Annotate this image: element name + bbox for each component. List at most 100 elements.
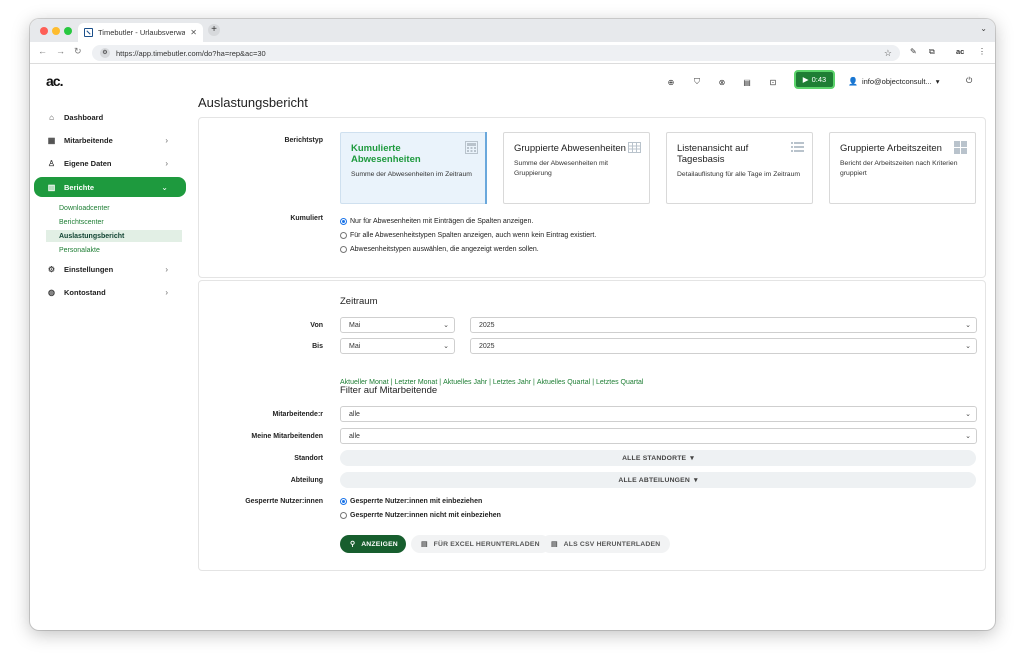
sidebar-subitem-auslastungsbericht[interactable]: Auslastungsbericht (46, 230, 182, 242)
sidebar-subitem-berichtscenter[interactable]: Berichtscenter (46, 216, 182, 228)
report-type-kumulierte[interactable]: Kumulierte Abwesenheiten Summe der Abwes… (340, 132, 487, 204)
close-tab-icon[interactable]: ✕ (190, 28, 197, 37)
report-type-title: Gruppierte Abwesenheiten (514, 143, 626, 154)
site-settings-icon[interactable]: ⚙ (100, 48, 110, 58)
report-type-desc: Bericht der Arbeitszeiten nach Kriterien… (840, 160, 958, 177)
bis-month-select[interactable]: Mai ⌄ (340, 338, 455, 354)
report-type-gruppierte[interactable]: Gruppierte Abwesenheiten Summe der Abwes… (503, 132, 650, 204)
extensions-icon[interactable]: ⧉ (929, 47, 935, 57)
report-type-desc: Summe der Abwesenheiten im Zeitraum (351, 171, 472, 178)
logout-icon[interactable]: ⏻ (966, 76, 972, 86)
sidebar-subitem-personalakte[interactable]: Personalakte (46, 244, 182, 256)
eyedropper-icon[interactable]: ✎ (910, 47, 917, 56)
chevron-right-icon: › (165, 158, 168, 168)
sidebar-item-label: Eigene Daten (64, 158, 112, 168)
kumuliert-option-2[interactable]: Für alle Abwesenheitstypen Spalten anzei… (340, 232, 596, 239)
quicklink-aktuelles-quartal[interactable]: Aktuelles Quartal (537, 379, 590, 386)
show-report-button[interactable]: ⚲ ANZEIGEN (340, 535, 406, 553)
button-label: FÜR EXCEL HERUNTERLADEN (433, 540, 540, 548)
inbox-icon[interactable]: ⊡ (768, 77, 778, 87)
quicklink-letztes-jahr[interactable]: Letztes Jahr (493, 379, 531, 386)
filter-card: Zeitraum Von Mai ⌄ 2025 ⌄ Bis Mai ⌄ 2025… (198, 280, 986, 571)
app-logo[interactable]: ac. (46, 73, 63, 89)
dropdown-value: ALLE STANDORTE (622, 454, 687, 462)
quicklink-letztes-quartal[interactable]: Letztes Quartal (596, 379, 643, 386)
gesperrte-option-2[interactable]: Gesperrte Nutzer:innen nicht mit einbezi… (340, 512, 501, 519)
mitarbeitende-select[interactable]: alle ⌄ (340, 406, 977, 422)
sidebar-item-einstellungen[interactable]: ⚙ Einstellungen › (34, 259, 186, 279)
radio-button[interactable] (340, 498, 347, 505)
time-tracking-button[interactable]: ▶ 0:43 (794, 70, 835, 89)
radio-button[interactable] (340, 246, 347, 253)
sidebar-item-mitarbeitende[interactable]: ▦ Mitarbeitende › (34, 130, 186, 150)
excel-download-button[interactable]: ▤ FÜR EXCEL HERUNTERLADEN (411, 535, 550, 553)
filter-title: Filter auf Mitarbeitende (340, 385, 438, 396)
user-menu[interactable]: 👤 info@objectconsult... ▾ (848, 77, 939, 86)
gesperrte-option-1[interactable]: Gesperrte Nutzer:innen mit einbeziehen (340, 498, 482, 505)
von-label: Von (310, 322, 323, 329)
bookmark-star-icon[interactable]: ☆ (884, 48, 892, 59)
pin-icon[interactable]: ⛉ (692, 77, 702, 87)
sidebar-item-label: Einstellungen (64, 264, 114, 274)
chevron-right-icon: › (165, 287, 168, 297)
calendar-icon[interactable]: ▤ (742, 77, 752, 87)
app-header: ac. ⊕ ⛉ ⊗ ▤ ⊡ ▶ 0:43 👤 info@objectconsul… (30, 65, 995, 97)
timer-value: 0:43 (811, 75, 827, 84)
bis-year-select[interactable]: 2025 ⌄ (470, 338, 977, 354)
browser-menu-icon[interactable]: ⋮ (978, 47, 986, 56)
report-type-desc: Summe der Abwesenheiten mit Gruppierung (514, 160, 609, 177)
option-label: Abwesenheitstypen auswählen, die angezei… (350, 246, 539, 253)
sidebar-item-kontostand[interactable]: ◍ Kontostand › (34, 282, 186, 302)
list-icon (791, 142, 804, 152)
browser-tab[interactable]: Timebutler - Urlaubsverwaltu ✕ (78, 23, 203, 42)
option-label: Für alle Abwesenheitstypen Spalten anzei… (350, 232, 597, 239)
meine-mitarbeitende-select[interactable]: alle ⌄ (340, 428, 977, 444)
support-icon[interactable]: ⊕ (666, 77, 676, 87)
close-window-button[interactable] (40, 27, 48, 35)
standort-label: Standort (294, 455, 323, 462)
sidebar-subitem-downloadcenter[interactable]: Downloadcenter (46, 202, 182, 214)
profile-avatar[interactable]: ac (956, 47, 964, 56)
kumuliert-option-3[interactable]: Abwesenheitstypen auswählen, die angezei… (340, 246, 539, 253)
back-icon[interactable]: ← (38, 46, 47, 56)
chart-icon: ▥ (47, 182, 56, 192)
tab-bar: Timebutler - Urlaubsverwaltu ✕ + ⌄ (30, 19, 995, 42)
globe-icon[interactable]: ⊗ (717, 77, 727, 87)
sidebar-item-dashboard[interactable]: ⌂ Dashboard (34, 107, 186, 127)
play-icon: ▶ (802, 75, 809, 84)
file-icon: ▤ (421, 541, 428, 548)
select-value: 2025 (479, 342, 495, 350)
tab-search-icon[interactable]: ⌄ (980, 24, 987, 33)
file-icon: ▤ (551, 541, 558, 548)
von-month-select[interactable]: Mai ⌄ (340, 317, 455, 333)
kumuliert-option-1[interactable]: Nur für Abwesenheiten mit Einträgen die … (340, 218, 533, 225)
sidebar-item-eigene-daten[interactable]: ♙ Eigene Daten › (34, 153, 186, 173)
chevron-down-icon: ⌄ (443, 322, 449, 329)
maximize-window-button[interactable] (64, 27, 72, 35)
radio-button[interactable] (340, 512, 347, 519)
csv-download-button[interactable]: ▤ ALS CSV HERUNTERLADEN (541, 535, 671, 553)
forward-icon[interactable]: → (56, 46, 65, 56)
search-icon: ⚲ (350, 541, 356, 548)
option-label: Gesperrte Nutzer:innen nicht mit einbezi… (350, 512, 501, 519)
report-type-listenansicht[interactable]: Listenansicht auf Tagesbasis Detailaufli… (666, 132, 813, 204)
user-email: info@objectconsult... (861, 77, 932, 86)
home-icon: ⌂ (49, 112, 54, 122)
radio-button[interactable] (340, 218, 347, 225)
sidebar-item-berichte[interactable]: ▥ Berichte ⌄ (34, 177, 186, 197)
reload-icon[interactable]: ↻ (74, 46, 82, 57)
abteilung-dropdown[interactable]: ALLE ABTEILUNGEN ▾ (340, 472, 976, 488)
address-bar[interactable]: ⚙ https://app.timebutler.com/do?ha=rep&a… (92, 45, 900, 61)
standort-dropdown[interactable]: ALLE STANDORTE ▾ (340, 450, 976, 466)
radio-button[interactable] (340, 232, 347, 239)
chevron-down-icon: ⌄ (965, 322, 971, 329)
report-type-arbeitszeiten[interactable]: Gruppierte Arbeitszeiten Bericht der Arb… (829, 132, 976, 204)
sidebar-item-label: Kontostand (64, 287, 106, 297)
caret-down-icon: ▾ (690, 455, 694, 462)
option-label: Nur für Abwesenheiten mit Einträgen die … (350, 218, 534, 225)
von-year-select[interactable]: 2025 ⌄ (470, 317, 977, 333)
minimize-window-button[interactable] (52, 27, 60, 35)
chevron-right-icon: › (165, 135, 168, 145)
new-tab-button[interactable]: + (208, 24, 220, 36)
quicklink-aktuelles-jahr[interactable]: Aktuelles Jahr (443, 379, 487, 386)
